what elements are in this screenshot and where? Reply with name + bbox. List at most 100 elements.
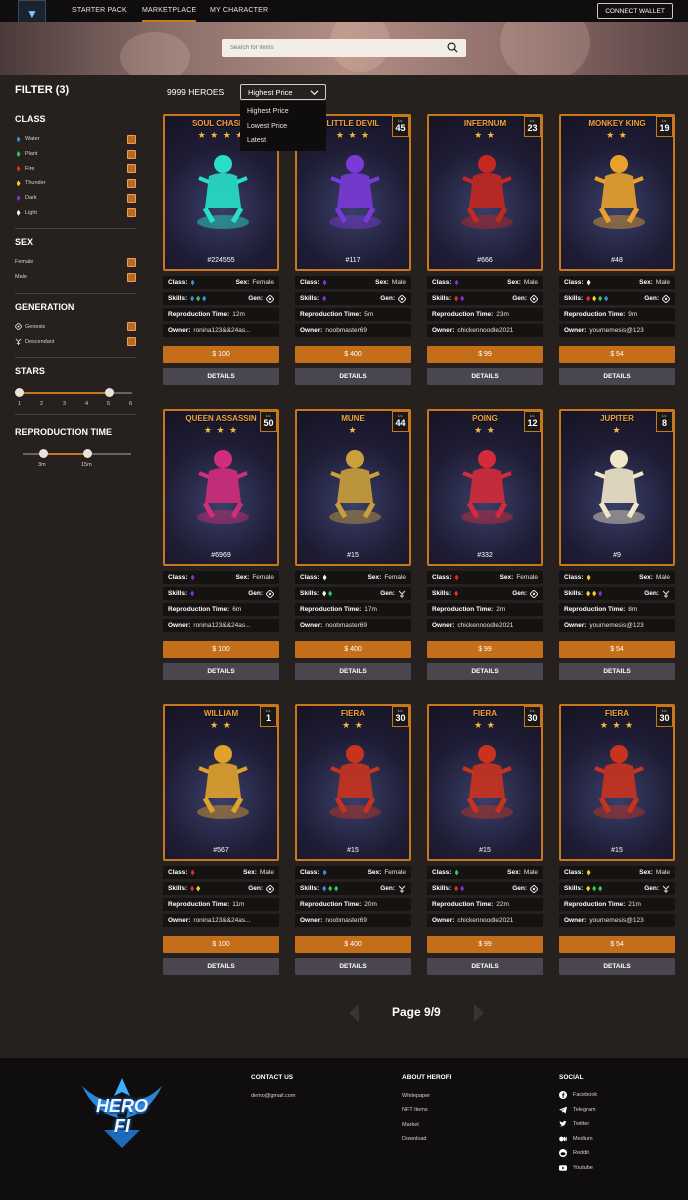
price-button[interactable]: $ 100 bbox=[163, 936, 279, 953]
hero-card[interactable]: JUPITER ★ Lv. 8 #9 bbox=[559, 409, 675, 566]
details-button[interactable]: DETAILS bbox=[427, 368, 543, 385]
price-button[interactable]: $ 100 bbox=[163, 346, 279, 363]
price-button[interactable]: $ 400 bbox=[295, 346, 411, 363]
skill-gem-icon bbox=[598, 590, 603, 597]
social-medium[interactable]: Medium bbox=[559, 1135, 593, 1143]
filter-class-thunder: Thunder bbox=[15, 176, 136, 191]
skill-gem-icon bbox=[454, 590, 459, 597]
price-button[interactable]: $ 100 bbox=[163, 641, 279, 658]
skill-gem-icon bbox=[586, 885, 591, 892]
checkbox[interactable] bbox=[127, 208, 136, 218]
sort-option[interactable]: Highest Price bbox=[240, 105, 326, 120]
filter-label: Male bbox=[15, 274, 27, 281]
hero-repro-row: Reproduction Time: 23m bbox=[427, 308, 543, 321]
checkbox[interactable] bbox=[127, 322, 136, 332]
details-button[interactable]: DETAILS bbox=[559, 958, 675, 975]
next-page-arrow-icon[interactable] bbox=[474, 1004, 484, 1022]
social-twitter[interactable]: Twitter bbox=[559, 1120, 589, 1128]
price-button[interactable]: $ 400 bbox=[295, 641, 411, 658]
hero-card[interactable]: WILLIAM ★ ★ Lv. 1 #567 bbox=[163, 704, 279, 861]
sort-option[interactable]: Latest bbox=[240, 134, 326, 149]
stars-min-handle[interactable] bbox=[15, 387, 24, 397]
hero-repro-row: Reproduction Time: 22m bbox=[427, 898, 543, 911]
social-reddit[interactable]: Reddit bbox=[559, 1149, 589, 1157]
stars-tick: 4 bbox=[85, 400, 89, 407]
sort-select[interactable]: Highest Price bbox=[240, 84, 326, 100]
heroes-count: 9999 HEROES bbox=[167, 87, 225, 97]
stars-slider[interactable]: 1 2 3 4 5 6 bbox=[15, 384, 136, 412]
price-button[interactable]: $ 54 bbox=[559, 641, 675, 658]
about-link-whitepaper[interactable]: Whitepaper bbox=[402, 1093, 430, 1099]
reproduction-time-slider[interactable]: 3m 15m bbox=[15, 445, 136, 473]
details-button[interactable]: DETAILS bbox=[427, 663, 543, 680]
connect-wallet-button[interactable]: CONNECT WALLET bbox=[597, 3, 673, 19]
checkbox[interactable] bbox=[127, 257, 136, 267]
skill-gem-icon bbox=[598, 295, 603, 302]
contact-email[interactable]: demo@gmail.com bbox=[251, 1093, 295, 1099]
checkbox[interactable] bbox=[127, 149, 136, 159]
checkbox[interactable] bbox=[127, 272, 136, 282]
details-button[interactable]: DETAILS bbox=[295, 663, 411, 680]
search-icon[interactable] bbox=[447, 42, 458, 53]
price-button[interactable]: $ 99 bbox=[427, 641, 543, 658]
checkbox[interactable] bbox=[127, 134, 136, 144]
price-button[interactable]: $ 99 bbox=[427, 936, 543, 953]
about-link-market[interactable]: Market bbox=[402, 1122, 419, 1128]
hero-card[interactable]: FIERA ★ ★ Lv. 30 #15 bbox=[295, 704, 411, 861]
hero-card[interactable]: MONKEY KING ★ ★ Lv. 19 #48 bbox=[559, 114, 675, 271]
nav-my-character[interactable]: MY CHARACTER bbox=[210, 0, 268, 22]
social-youtube[interactable]: Youtube bbox=[559, 1164, 593, 1172]
about-link-download[interactable]: Download bbox=[402, 1136, 426, 1142]
details-button[interactable]: DETAILS bbox=[295, 368, 411, 385]
price-button[interactable]: $ 54 bbox=[559, 346, 675, 363]
hero-card[interactable]: FIERA ★ ★ Lv. 30 #15 bbox=[427, 704, 543, 861]
checkbox[interactable] bbox=[127, 164, 136, 174]
search-input[interactable] bbox=[230, 45, 440, 51]
details-button[interactable]: DETAILS bbox=[163, 368, 279, 385]
hero-owner: ronina123&&24as... bbox=[193, 327, 251, 334]
details-button[interactable]: DETAILS bbox=[163, 663, 279, 680]
about-link-nft-items[interactable]: NFT Items bbox=[402, 1107, 428, 1113]
hero-class-sex-row: Class: Sex: Female bbox=[163, 571, 279, 584]
checkbox[interactable] bbox=[127, 178, 136, 188]
details-button[interactable]: DETAILS bbox=[559, 368, 675, 385]
herofi-logo[interactable]: HERO FI bbox=[74, 1072, 170, 1150]
price-button[interactable]: $ 400 bbox=[295, 936, 411, 953]
details-button[interactable]: DETAILS bbox=[163, 958, 279, 975]
hero-class-sex-row: Class: Sex: Female bbox=[295, 866, 411, 879]
checkbox[interactable] bbox=[127, 337, 136, 347]
details-button[interactable]: DETAILS bbox=[559, 663, 675, 680]
hero-card[interactable]: QUEEN ASSASSIN ★ ★ ★ Lv. 50 #6969 bbox=[163, 409, 279, 566]
social-facebook[interactable]: Facebook bbox=[559, 1091, 597, 1099]
sort-option[interactable]: Lowest Price bbox=[240, 120, 326, 135]
stars-max-handle[interactable] bbox=[105, 387, 114, 397]
repro-max-handle[interactable] bbox=[83, 448, 92, 458]
hero-card[interactable]: POING ★ ★ Lv. 12 #332 bbox=[427, 409, 543, 566]
price-button[interactable]: $ 99 bbox=[427, 346, 543, 363]
level-badge: Lv. 23 bbox=[524, 116, 541, 137]
repro-min-handle[interactable] bbox=[39, 448, 48, 458]
filter-class-water: Water bbox=[15, 132, 136, 147]
hero-owner: noobmaster69 bbox=[325, 327, 367, 334]
sort-value: Highest Price bbox=[248, 87, 293, 97]
filter-sex-male: Male bbox=[15, 270, 136, 285]
filter-class-dark: Dark bbox=[15, 191, 136, 206]
price-button[interactable]: $ 54 bbox=[559, 936, 675, 953]
checkbox[interactable] bbox=[127, 193, 136, 203]
genesis-icon bbox=[530, 589, 538, 598]
prev-page-arrow-icon[interactable] bbox=[349, 1004, 359, 1022]
hero-card[interactable]: INFERNUM ★ ★ Lv. 23 #666 bbox=[427, 114, 543, 271]
hero-owner-row: Owner: yournemesis@123 bbox=[559, 914, 675, 927]
sex-filter-title: SEX bbox=[15, 237, 34, 248]
hero-portrait bbox=[461, 745, 513, 819]
filter-gen-descendant: Descendant bbox=[15, 334, 136, 349]
hero-card[interactable]: FIERA ★ ★ ★ Lv. 30 #15 bbox=[559, 704, 675, 861]
nav-starter-pack[interactable]: STARTER PACK bbox=[72, 0, 127, 22]
details-button[interactable]: DETAILS bbox=[295, 958, 411, 975]
details-button[interactable]: DETAILS bbox=[427, 958, 543, 975]
hero-card[interactable]: MUNE ★ Lv. 44 #15 bbox=[295, 409, 411, 566]
hero-sex: Female bbox=[384, 869, 406, 876]
social-telegram[interactable]: Telegram bbox=[559, 1106, 596, 1114]
nav-marketplace[interactable]: MARKETPLACE bbox=[142, 0, 197, 22]
descendant-icon bbox=[15, 338, 22, 346]
